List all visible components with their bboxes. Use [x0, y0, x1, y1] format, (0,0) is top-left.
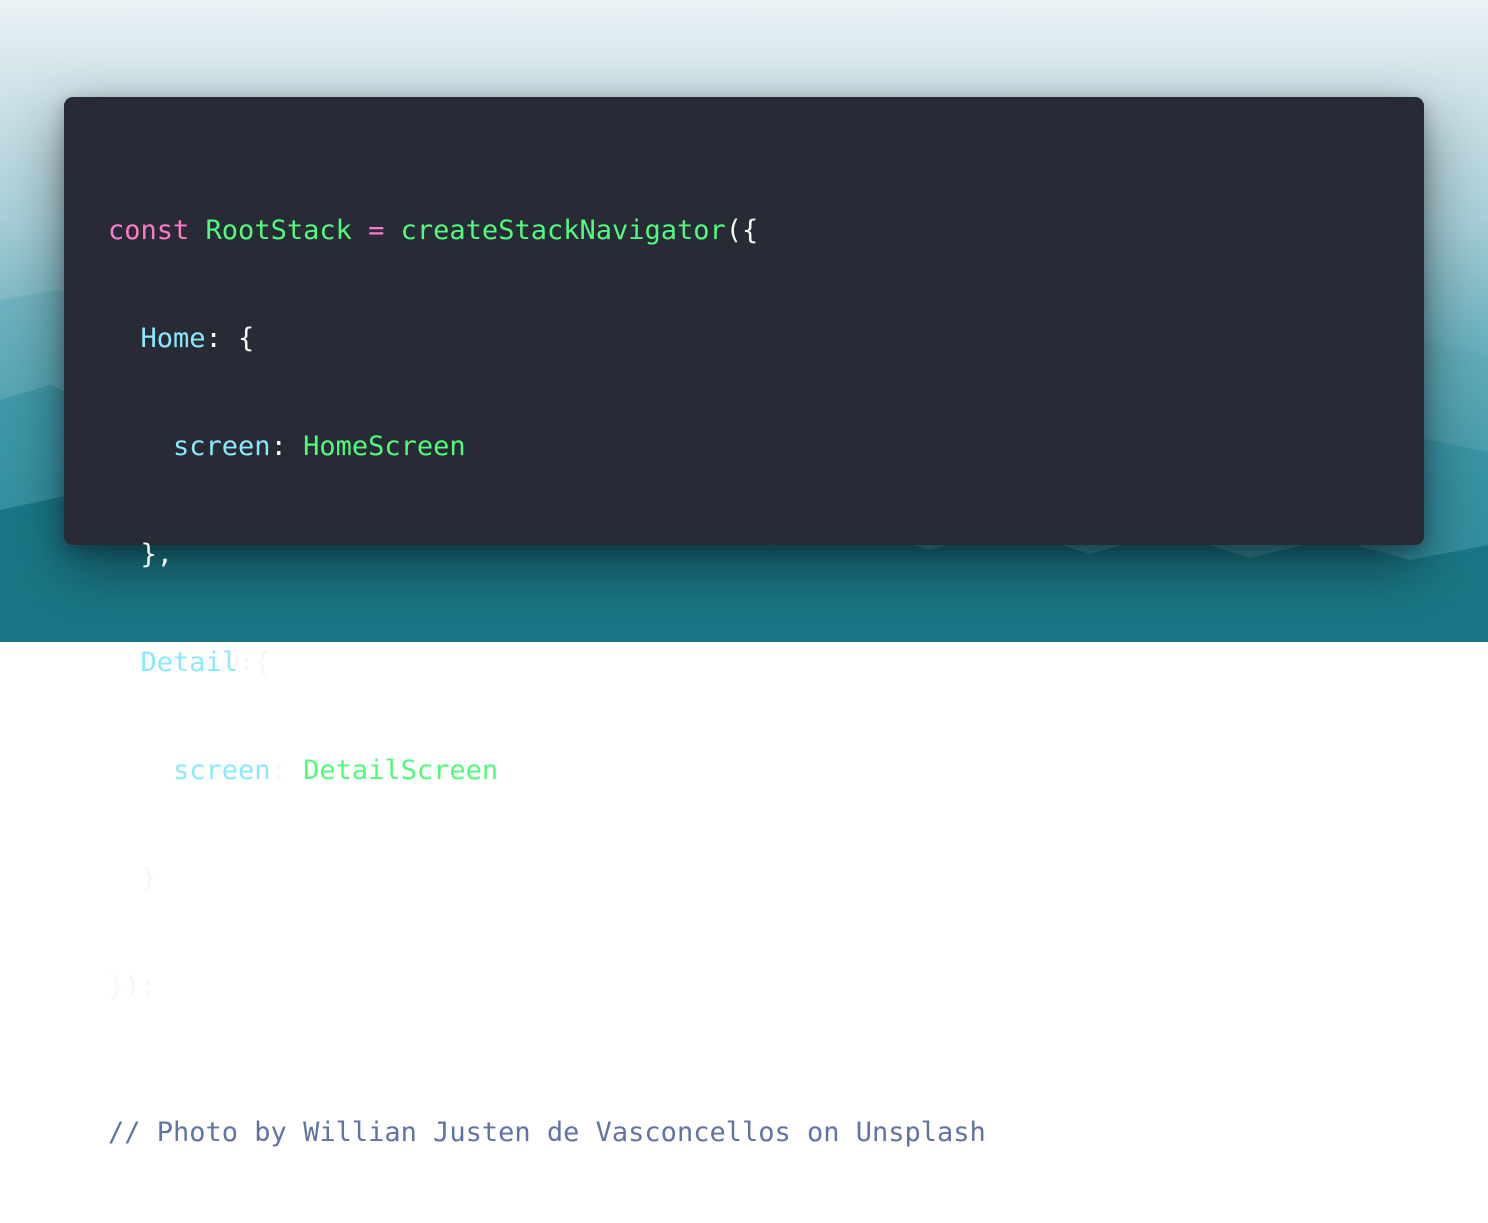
- code-block: const RootStack = createStackNavigator({…: [108, 141, 986, 1223]
- code-line-7: }: [108, 861, 986, 897]
- punctuation-token: :: [270, 755, 304, 786]
- function-token: createStackNavigator: [400, 215, 726, 246]
- punctuation-token: },: [140, 539, 174, 570]
- punctuation-token: ({: [725, 215, 759, 246]
- punctuation-token: });: [108, 971, 157, 1002]
- code-line-4: },: [108, 537, 986, 573]
- property-token: screen: [173, 755, 271, 786]
- code-line-3: screen: HomeScreen: [108, 429, 986, 465]
- operator-token: =: [368, 215, 385, 246]
- keyword-token: const: [108, 215, 190, 246]
- code-line-1: const RootStack = createStackNavigator({: [108, 213, 986, 249]
- code-window: const RootStack = createStackNavigator({…: [64, 97, 1424, 1148]
- comment-token: // Photo by Willian Justen de Vasconcell…: [108, 1117, 986, 1148]
- code-line-5: Detail:{: [108, 645, 986, 681]
- property-token: Home: [140, 323, 206, 354]
- value-token: HomeScreen: [303, 431, 466, 462]
- code-line-6: screen: DetailScreen: [108, 753, 986, 789]
- punctuation-token: : {: [205, 323, 255, 354]
- code-comment-line: // Photo by Willian Justen de Vasconcell…: [108, 1115, 986, 1151]
- value-token: DetailScreen: [303, 755, 499, 786]
- property-token: screen: [173, 431, 271, 462]
- punctuation-token: :{: [238, 647, 271, 678]
- code-line-2: Home: {: [108, 321, 986, 357]
- punctuation-token: }: [140, 863, 157, 894]
- property-token: Detail: [140, 647, 239, 678]
- code-line-8: });: [108, 969, 986, 1005]
- punctuation-token: :: [270, 431, 304, 462]
- variable-token: RootStack: [205, 215, 352, 246]
